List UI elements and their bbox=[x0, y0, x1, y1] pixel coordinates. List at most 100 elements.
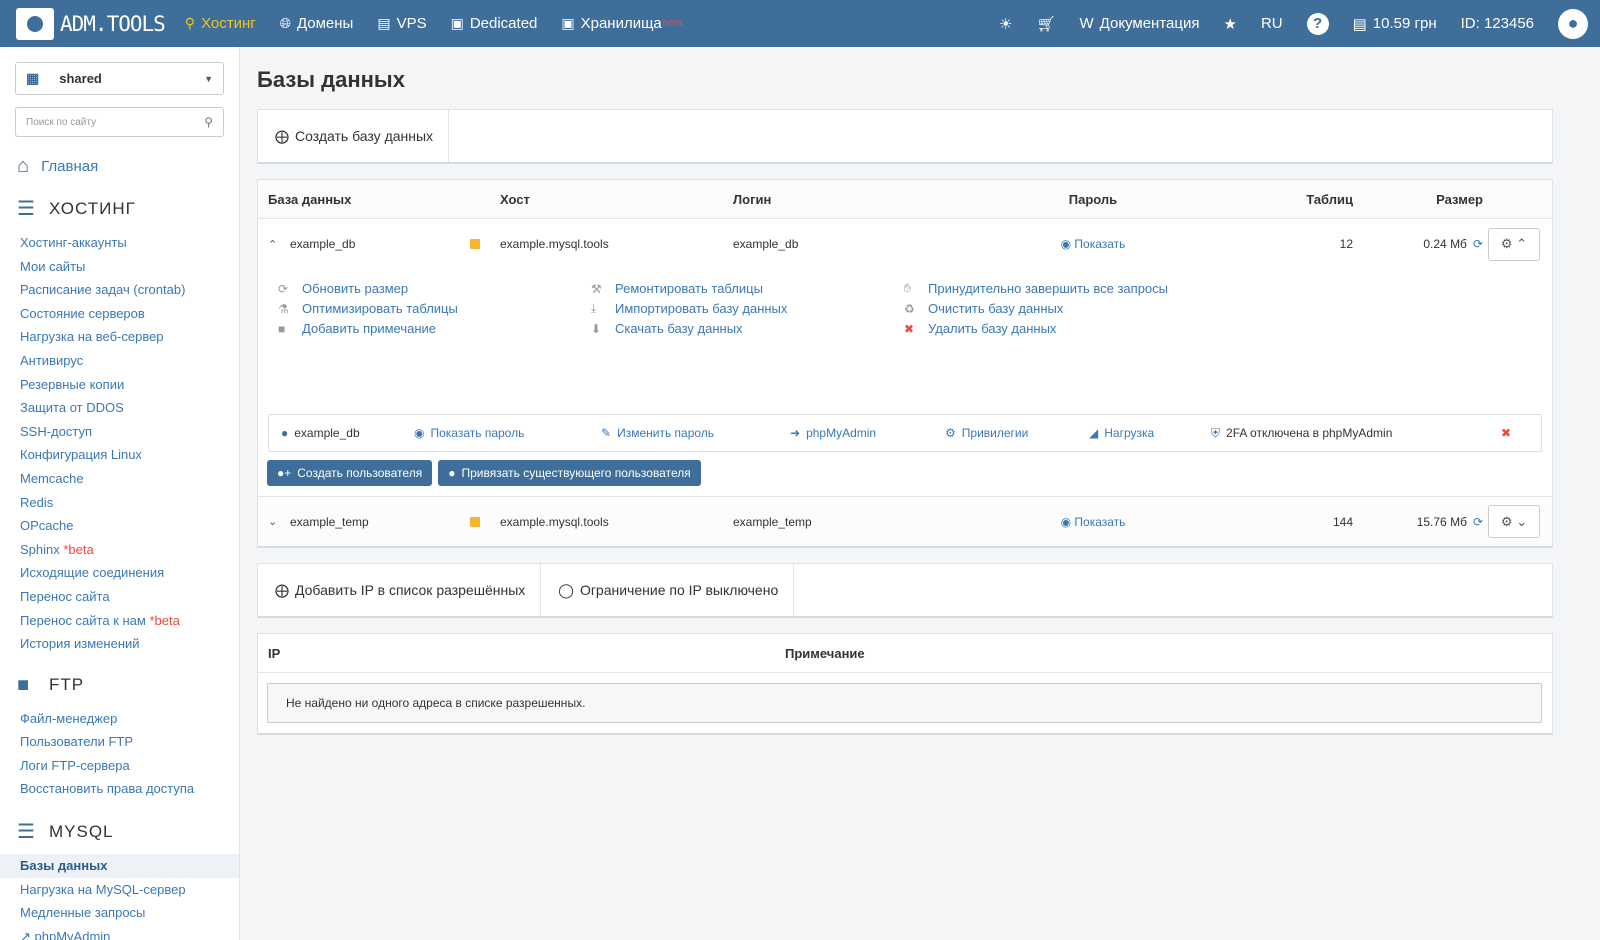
action-clear-db[interactable]: ♻ Очистить базу данных bbox=[904, 301, 1304, 316]
section-mysql-title: MYSQL bbox=[49, 821, 114, 841]
action-repair-tables[interactable]: ⚒ Ремонтировать таблицы bbox=[591, 281, 904, 296]
id-card-icon: ▦ bbox=[26, 70, 40, 86]
logo[interactable]: ADM.TOOLS bbox=[16, 0, 166, 47]
download-icon: ⤓ bbox=[591, 301, 597, 315]
sidebar-item-mysql-load[interactable]: Нагрузка на MySQL-сервер bbox=[0, 878, 239, 902]
avatar[interactable]: ● bbox=[1558, 8, 1588, 39]
sidebar-item-redis[interactable]: Redis bbox=[0, 491, 239, 515]
action-refresh-size[interactable]: ⟳ Обновить размер bbox=[278, 281, 591, 296]
folder-icon: ■ bbox=[17, 673, 31, 696]
show-password-link[interactable]: ◉ Показать bbox=[1061, 237, 1126, 251]
sidebar-item-backups[interactable]: Резервные копии bbox=[0, 373, 239, 397]
sidebar-item-sphinx[interactable]: Sphinx *beta bbox=[0, 538, 239, 562]
col-ip: IP bbox=[268, 645, 281, 661]
sidebar-home[interactable]: ⌂ Главная bbox=[17, 155, 239, 178]
top-navbar: ADM.TOOLS ⚲ Хостинг 🌐︎ Домены ▤ VPS ▣ Dedica… bbox=[0, 0, 1600, 47]
db-settings-button[interactable]: ⚙ ⌄ bbox=[1488, 505, 1540, 538]
user-buttons: ●+ Создать пользователя ● Привязать сущест… bbox=[267, 460, 1552, 486]
load-link[interactable]: ◢ Нагрузка bbox=[1089, 426, 1211, 440]
sidebar-item-restore-perms[interactable]: Восстановить права доступа bbox=[0, 777, 239, 801]
sidebar-item-site-transfer[interactable]: Перенос сайта bbox=[0, 585, 239, 609]
lightbulb-icon[interactable]: ☀ bbox=[999, 15, 1012, 33]
star-icon[interactable]: ★ bbox=[1223, 15, 1236, 33]
sidebar-item-ftp-users[interactable]: Пользователи FTP bbox=[0, 730, 239, 754]
show-label: Показать bbox=[1074, 237, 1126, 251]
search-input[interactable]: Поиск по сайту ⚲ bbox=[15, 107, 224, 137]
docs-label: Документация bbox=[1099, 15, 1200, 32]
cart-icon[interactable]: 🛒︎ bbox=[1036, 15, 1055, 33]
nav-storage[interactable]: ▣ Хранилища beta bbox=[561, 15, 682, 32]
server-icon: ▤ bbox=[377, 15, 391, 31]
external-link-icon: ↗ bbox=[20, 928, 31, 940]
nav-domains[interactable]: 🌐︎ Домены bbox=[280, 15, 354, 32]
chevron-down-icon: ⌄ bbox=[1516, 513, 1528, 529]
sidebar-item-linux-config[interactable]: Конфигурация Linux bbox=[0, 443, 239, 467]
sidebar-item-my-sites[interactable]: Мои сайты bbox=[0, 255, 239, 279]
sidebar-item-ddos[interactable]: Защита от DDOS bbox=[0, 396, 239, 420]
sidebar-item-web-load[interactable]: Нагрузка на веб-сервер bbox=[0, 325, 239, 349]
nav-dedicated[interactable]: ▣ Dedicated bbox=[451, 15, 538, 32]
action-optimize-tables[interactable]: ⚗ Оптимизировать таблицы bbox=[278, 301, 591, 316]
privileges-link[interactable]: ⚙ Привилегии bbox=[945, 426, 1089, 440]
change-pass-label: Изменить пароль bbox=[617, 426, 715, 440]
show-password-link[interactable]: ◉ Показать bbox=[1061, 515, 1126, 529]
sidebar-item-outgoing[interactable]: Исходящие соединения bbox=[0, 561, 239, 585]
create-db-button[interactable]: ⨁ Создать базу данных bbox=[258, 110, 450, 162]
user-plus-icon: ●+ bbox=[277, 466, 292, 480]
download-circle-icon: ⬇ bbox=[591, 321, 602, 336]
chevron-up-icon[interactable]: ⌃ bbox=[268, 238, 290, 251]
language-switch[interactable]: RU bbox=[1261, 15, 1283, 32]
gear-icon: ⚙ bbox=[945, 426, 956, 440]
sidebar-item-phpmyadmin[interactable]: ↗ phpMyAdmin bbox=[0, 925, 239, 940]
sidebar-item-history[interactable]: История изменений bbox=[0, 632, 239, 656]
phpmyadmin-link[interactable]: ➜ phpMyAdmin bbox=[790, 426, 945, 440]
balance[interactable]: ▤ 10.59 грн bbox=[1353, 15, 1437, 33]
twofa-label: 2FA отключена в phpMyAdmin bbox=[1226, 426, 1393, 440]
ip-limit-toggle[interactable]: ◯ Ограничение по IP выключено bbox=[541, 564, 795, 616]
sphinx-label: Sphinx bbox=[20, 541, 60, 557]
sidebar-item-ssh[interactable]: SSH-доступ bbox=[0, 420, 239, 444]
note-icon[interactable] bbox=[470, 239, 480, 249]
show-user-password[interactable]: ◉ Показать пароль bbox=[414, 426, 601, 440]
sidebar-item-file-manager[interactable]: Файл-менеджер bbox=[0, 707, 239, 731]
change-password[interactable]: ✎ Изменить пароль bbox=[601, 426, 790, 440]
refresh-icon[interactable]: ⟳ bbox=[1473, 237, 1483, 251]
sidebar-item-opcache[interactable]: OPcache bbox=[0, 514, 239, 538]
db-table: База данных Хост Логин Пароль Таблиц Раз… bbox=[257, 179, 1553, 548]
action-kill-queries[interactable]: ✋︎ Принудительно завершить все запросы bbox=[904, 281, 1304, 296]
action-add-note[interactable]: ■ Добавить примечание bbox=[278, 321, 591, 336]
nav-hosting[interactable]: ⚲ Хостинг bbox=[185, 15, 256, 32]
sidebar-item-slow-queries[interactable]: Медленные запросы bbox=[0, 901, 239, 925]
action-delete-db[interactable]: ✖ Удалить базу данных bbox=[904, 321, 1304, 336]
sidebar-item-hosting-accounts[interactable]: Хостинг-аккаунты bbox=[0, 231, 239, 255]
note-icon[interactable] bbox=[470, 516, 480, 527]
sidebar-item-memcache[interactable]: Memcache bbox=[0, 467, 239, 491]
chevron-down-icon[interactable]: ⌄ bbox=[268, 515, 290, 528]
nav-storage-label: Хранилища bbox=[580, 15, 662, 32]
sidebar-item-crontab[interactable]: Расписание задач (crontab) bbox=[0, 278, 239, 302]
delete-user-icon[interactable]: ✖ bbox=[1501, 426, 1511, 440]
add-ip-button[interactable]: ⨁ Добавить IP в список разрешённых bbox=[258, 564, 542, 616]
create-user-button[interactable]: ●+ Создать пользователя bbox=[267, 460, 433, 486]
db-size: 15.76 Мб bbox=[1416, 514, 1467, 529]
help-button[interactable]: ? bbox=[1306, 12, 1329, 35]
sidebar-item-transfer-to-us[interactable]: Перенос сайта к нам *beta bbox=[0, 609, 239, 633]
sidebar-item-antivirus[interactable]: Антивирус bbox=[0, 349, 239, 373]
account-select[interactable]: ▦ shared ▼ bbox=[15, 62, 224, 95]
plus-circle-icon: ⨁ bbox=[275, 127, 289, 144]
sidebar-item-server-status[interactable]: Состояние серверов bbox=[0, 302, 239, 326]
caret-down-icon: ▼ bbox=[204, 73, 213, 84]
recycle-icon: ♻ bbox=[904, 301, 915, 316]
transfer-to-us-label: Перенос сайта к нам bbox=[20, 612, 146, 628]
db-settings-button[interactable]: ⚙ ⌃ bbox=[1488, 227, 1540, 261]
nav-vps[interactable]: ▤ VPS bbox=[377, 15, 426, 32]
question-icon: ? bbox=[1306, 12, 1329, 35]
sidebar-item-databases[interactable]: Базы данных bbox=[0, 854, 239, 878]
sidebar-item-ftp-logs[interactable]: Логи FTP-сервера bbox=[0, 754, 239, 778]
privileges-label: Привилегии bbox=[961, 426, 1029, 440]
action-import-db[interactable]: ⤓ Импортировать базу данных bbox=[591, 301, 904, 316]
bind-user-button[interactable]: ● Привязать существующего пользователя bbox=[438, 460, 701, 486]
docs-link[interactable]: W Документация bbox=[1080, 15, 1200, 32]
refresh-icon[interactable]: ⟳ bbox=[1473, 515, 1483, 529]
action-download-db[interactable]: ⬇ Скачать базу данных bbox=[591, 321, 904, 336]
